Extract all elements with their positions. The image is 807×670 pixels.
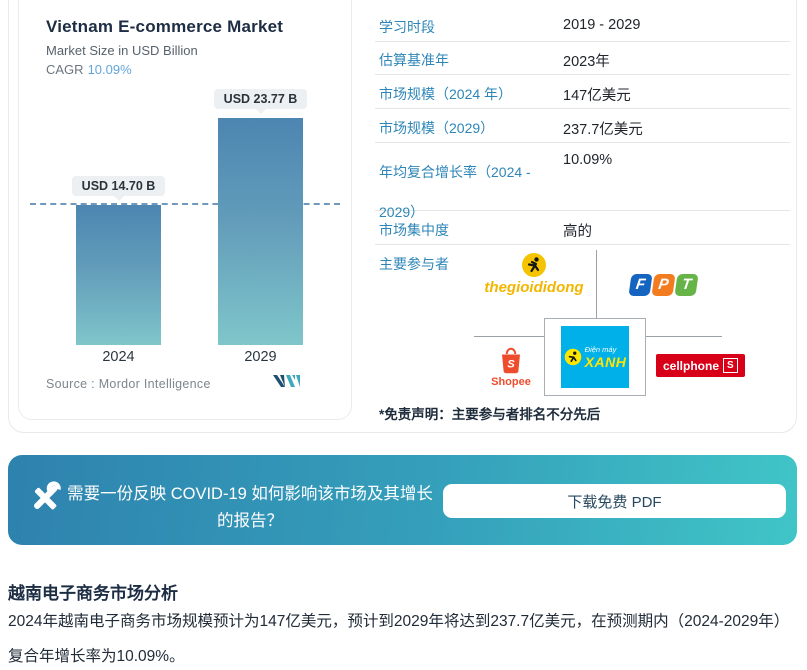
facts-row-value: 237.7亿美元 (563, 118, 790, 139)
fpt-logo: F P T (630, 274, 699, 296)
cellphones-logo: cellphone S (656, 354, 745, 377)
facts-row-label: 学习时段 (379, 17, 563, 37)
facts-row-value: 高的 (563, 220, 790, 241)
bar-chart-plot: USD 14.70 B USD 23.77 B 2024 2029 (30, 80, 340, 345)
source-label: Source : Mordor Intelligence (46, 377, 211, 391)
facts-row-value: 2019 - 2029 (563, 17, 790, 33)
caret-down-icon (256, 109, 266, 114)
players-center-box: Điện máy XANH (544, 318, 646, 396)
shopping-bag-icon: S (498, 346, 524, 375)
chart-title: Vietnam E-commerce Market (46, 17, 283, 37)
facts-row-label: 估算基准年 (379, 50, 563, 70)
chart-cagr: CAGR 10.09% (46, 62, 132, 77)
players-row: 主要参与者 thegioididong F P T (375, 245, 790, 401)
facts-row-label: 市场规模（2029） (379, 118, 563, 138)
shopee-logo: S Shopee (482, 346, 540, 388)
bar-value-label-2024: USD 14.70 B (72, 176, 166, 196)
cagr-value: 10.09% (88, 62, 132, 77)
bar-group-2029: USD 23.77 B (218, 89, 303, 345)
facts-table: 学习时段 2019 - 2029 估算基准年 2023年 市场规模（2024 年… (375, 0, 790, 423)
bar-group-2024: USD 14.70 B (76, 176, 161, 345)
cagr-label: CAGR (46, 62, 84, 77)
svg-text:S: S (507, 359, 515, 371)
download-pdf-button[interactable]: 下载免费 PDF (443, 484, 786, 518)
chart-subtitle: Market Size in USD Billion (46, 43, 198, 58)
players-disclaimer: *免责声明：主要参与者排名不分先后 (375, 401, 790, 423)
bar-value-text: USD 14.70 B (82, 179, 156, 193)
bar-value-label-2029: USD 23.77 B (214, 89, 308, 109)
facts-row-label: 市场集中度 (379, 220, 563, 240)
mordor-intelligence-logo (272, 372, 304, 395)
runner-icon (521, 252, 547, 278)
facts-row-value: 10.09% (563, 152, 790, 168)
players-diagram: thegioididong F P T Điện (460, 250, 762, 400)
facts-row: 年均复合增长率（2024 - 2029） 10.09% (375, 143, 790, 211)
analysis-paragraph: 2024年越南电子商务市场规模预计为147亿美元，预计到2029年将达到237.… (8, 604, 804, 670)
analysis-heading: 越南电子商务市场分析 (8, 579, 178, 604)
thegioididong-logo: thegioididong (468, 252, 600, 296)
covid-banner-text: 需要一份反映 COVID-19 如何影响该市场及其增长的报告？ (64, 481, 436, 535)
x-axis-label-2024: 2024 (76, 349, 161, 365)
facts-row-value: 2023年 (563, 50, 790, 71)
caret-down-icon (114, 196, 124, 201)
facts-row: 市场规模（2024 年） 147亿美元 (375, 75, 790, 109)
facts-row: 市场规模（2029） 237.7亿美元 (375, 109, 790, 143)
facts-row: 估算基准年 2023年 (375, 42, 790, 75)
x-axis-label-2029: 2029 (218, 349, 303, 365)
facts-row-label: 市场规模（2024 年） (379, 84, 563, 104)
runner-icon (564, 348, 582, 366)
dienmayxanh-logo: Điện máy XANH (561, 326, 629, 388)
facts-row: 学习时段 2019 - 2029 (375, 0, 790, 42)
bar-2024 (76, 205, 161, 345)
tools-icon (24, 477, 66, 524)
bar-2029 (218, 118, 303, 345)
facts-row-value: 147亿美元 (563, 84, 790, 105)
bar-value-text: USD 23.77 B (224, 92, 298, 106)
